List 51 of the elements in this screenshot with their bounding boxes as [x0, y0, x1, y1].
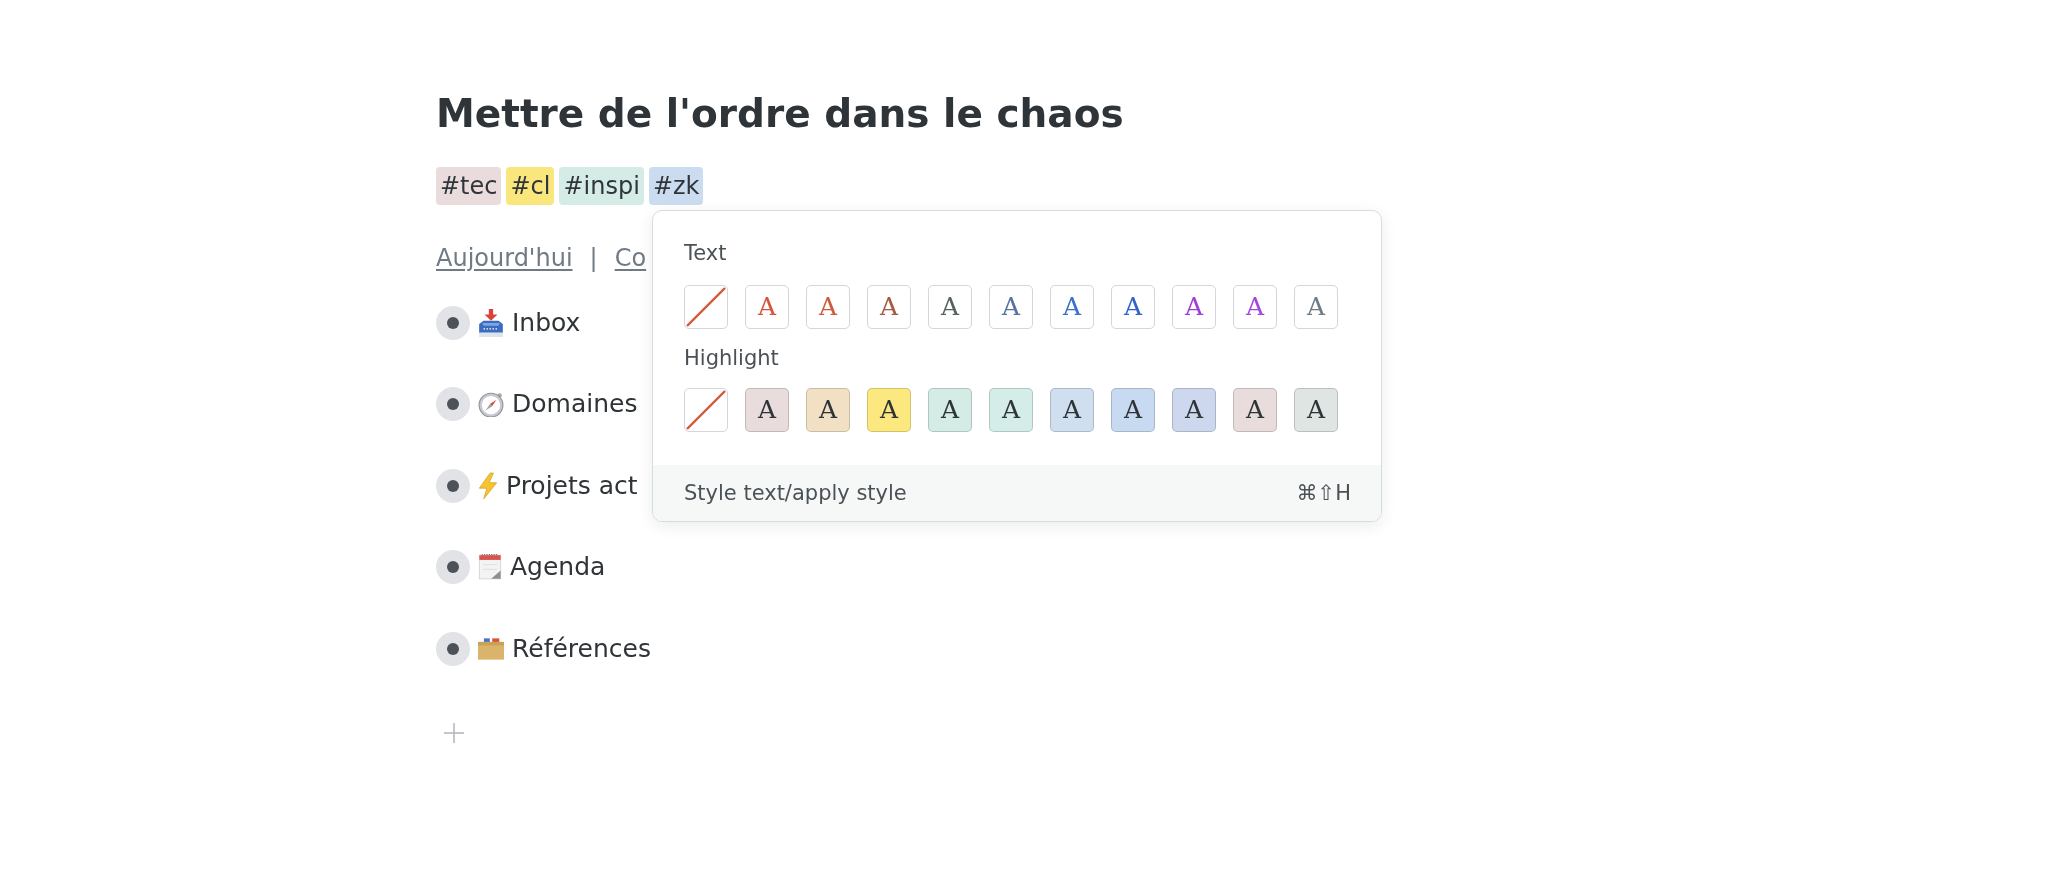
tag-link[interactable]: #zk — [648, 167, 704, 205]
text-color-swatch[interactable]: A — [745, 285, 789, 329]
outline-item-text: Références — [512, 632, 651, 665]
page-title: Mettre de l'ordre dans le chaos — [436, 90, 1125, 138]
slash-icon — [686, 287, 726, 327]
text-color-swatch[interactable]: A — [1172, 285, 1216, 329]
bullet-icon[interactable] — [436, 305, 470, 340]
no-color-swatch[interactable] — [684, 388, 728, 432]
file-box-icon — [478, 636, 504, 661]
text-color-swatch[interactable]: A — [928, 285, 972, 329]
text-color-swatch[interactable]: A — [867, 285, 911, 329]
highlight-swatch[interactable]: A — [989, 388, 1033, 432]
tag-link[interactable]: #tec — [436, 167, 502, 205]
lightning-icon — [478, 471, 498, 500]
highlight-swatch[interactable]: A — [1050, 388, 1094, 432]
bullet-icon[interactable] — [436, 631, 470, 666]
highlight-swatch[interactable]: A — [1294, 388, 1338, 432]
outline-item-text: Projets act — [506, 469, 638, 502]
calendar-icon — [478, 554, 502, 581]
highlight-swatch[interactable]: A — [1172, 388, 1216, 432]
bullet-icon[interactable] — [436, 550, 470, 585]
highlight-swatch[interactable]: A — [745, 388, 789, 432]
link-separator: | — [589, 243, 598, 274]
highlight-swatch[interactable]: A — [1111, 388, 1155, 432]
page-link[interactable]: Aujourd'hui — [436, 241, 573, 275]
no-color-swatch[interactable] — [684, 285, 728, 329]
text-color-swatch[interactable]: A — [1233, 285, 1277, 329]
tag-link[interactable]: #inspi — [559, 167, 644, 205]
highlight-swatch[interactable]: A — [867, 388, 911, 432]
highlight-swatch[interactable]: A — [806, 388, 850, 432]
highlight-swatch[interactable]: A — [928, 388, 972, 432]
keyboard-shortcut: ⌘⇧H — [1296, 481, 1351, 505]
compass-icon — [478, 391, 504, 418]
text-color-swatch[interactable]: A — [806, 285, 850, 329]
section-label: Highlight — [684, 345, 780, 371]
text-color-swatch[interactable]: A — [1050, 285, 1094, 329]
text-color-swatch[interactable]: A — [1294, 285, 1338, 329]
footer-hint: Style text/apply style — [684, 481, 907, 505]
section-label: Text — [684, 240, 728, 266]
text-color-swatch[interactable]: A — [989, 285, 1033, 329]
outline-item-text: Domaines — [512, 388, 638, 421]
bullet-icon[interactable] — [436, 468, 470, 503]
inbox-tray-icon — [478, 308, 504, 337]
bullet-icon[interactable] — [436, 387, 470, 422]
slash-icon — [686, 390, 726, 430]
outline-item-text: Inbox — [512, 306, 581, 339]
page-link[interactable]: Co — [614, 241, 647, 275]
tag-link[interactable]: #cl — [506, 167, 555, 205]
outline-item-text: Agenda — [510, 551, 606, 584]
highlight-swatch[interactable]: A — [1233, 388, 1277, 432]
text-color-swatch[interactable]: A — [1111, 285, 1155, 329]
